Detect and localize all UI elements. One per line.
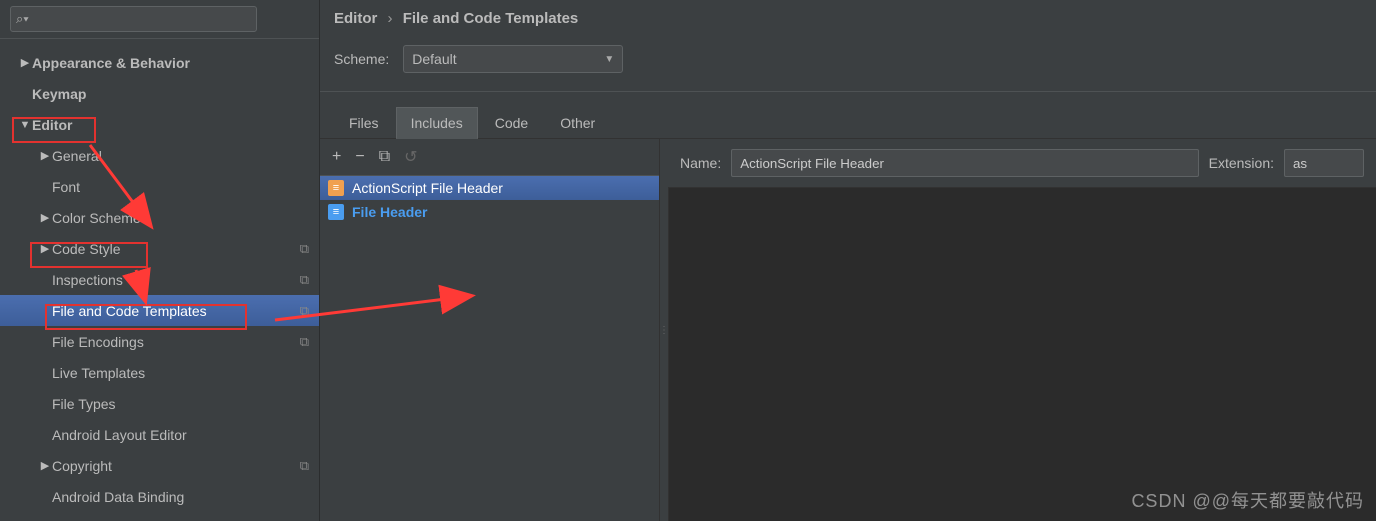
file-icon: ≡ [328, 204, 344, 220]
sidebar-item-file-types[interactable]: File Types [0, 388, 319, 419]
watermark: CSDN @@每天都要敲代码 [1131, 487, 1364, 513]
add-button[interactable]: + [332, 148, 341, 166]
sidebar-item-editor[interactable]: ▼Editor [0, 109, 319, 140]
scope-icon: ⧉ [300, 303, 309, 319]
sidebar-item-inspections[interactable]: Inspections ⧉ [0, 264, 319, 295]
sidebar-item-general[interactable]: ▶General [0, 140, 319, 171]
template-editor[interactable] [668, 188, 1376, 521]
sidebar-item-keymap[interactable]: Keymap [0, 78, 319, 109]
file-name: File Header [352, 204, 427, 220]
scheme-value: Default [412, 51, 456, 67]
extension-input[interactable] [1284, 149, 1364, 177]
sidebar-item-label: Copyright [52, 458, 112, 474]
sidebar-item-label: Android Data Binding [52, 489, 184, 505]
sidebar-item-label: Inspections [52, 272, 123, 288]
name-input[interactable] [731, 149, 1198, 177]
toolbar: + − ⧉ ↺ [320, 139, 659, 176]
sidebar-item-label: File and Code Templates [52, 303, 207, 319]
expand-icon: ▼ [18, 119, 32, 131]
expand-icon: ▶ [38, 149, 52, 162]
sidebar-item-label: File Types [52, 396, 116, 412]
resize-grip[interactable]: ⋮ [660, 139, 668, 521]
expand-icon: ▶ [18, 56, 32, 69]
template-list-panel: + − ⧉ ↺ ≡ ActionScript File Header ≡ File H… [320, 139, 660, 521]
chevron-down-icon: ▼ [604, 54, 614, 65]
sidebar-item-file-and-code-templates[interactable]: File and Code Templates ⧉ [0, 295, 319, 326]
remove-button[interactable]: − [355, 148, 364, 166]
sidebar-item-android-data-binding[interactable]: Android Data Binding [0, 481, 319, 512]
sidebar-item-appearance-behavior[interactable]: ▶Appearance & Behavior [0, 47, 319, 78]
sidebar-item-label: Live Templates [52, 365, 145, 381]
undo-button[interactable]: ↺ [404, 147, 417, 167]
tab-other[interactable]: Other [545, 107, 610, 138]
extension-label: Extension: [1209, 155, 1274, 171]
settings-sidebar: ⌕▾ ▶Appearance & BehaviorKeymap▼Editor▶G… [0, 0, 320, 521]
scope-icon: ⧉ [300, 458, 309, 474]
scope-icon: ⧉ [300, 241, 309, 257]
expand-icon: ▶ [38, 211, 52, 224]
main-panel: Editor › File and Code Templates Scheme:… [320, 0, 1376, 521]
search-icon: ⌕▾ [16, 11, 29, 27]
sidebar-item-android-layout-editor[interactable]: Android Layout Editor [0, 419, 319, 450]
sidebar-item-label: Appearance & Behavior [32, 55, 190, 71]
expand-icon: ▶ [38, 459, 52, 472]
sidebar-item-color-scheme[interactable]: ▶Color Scheme [0, 202, 319, 233]
chevron-right-icon: › [382, 10, 399, 27]
file-name: ActionScript File Header [352, 180, 503, 196]
tab-files[interactable]: Files [334, 107, 394, 138]
list-item[interactable]: ≡ File Header [320, 200, 659, 224]
scope-icon: ⧉ [300, 334, 309, 350]
settings-tree: ▶Appearance & BehaviorKeymap▼Editor▶Gene… [0, 39, 319, 521]
name-label: Name: [680, 155, 721, 171]
scheme-select[interactable]: Default ▼ [403, 45, 623, 73]
list-item[interactable]: ≡ ActionScript File Header [320, 176, 659, 200]
sidebar-item-font[interactable]: Font [0, 171, 319, 202]
sidebar-item-label: Color Scheme [52, 210, 141, 226]
expand-icon: ▶ [38, 242, 52, 255]
search-wrap: ⌕▾ [10, 6, 309, 32]
breadcrumb-page: File and Code Templates [403, 10, 579, 27]
search-input[interactable] [10, 6, 257, 32]
tab-includes[interactable]: Includes [396, 107, 478, 139]
scope-icon: ⧉ [300, 272, 309, 288]
tab-code[interactable]: Code [480, 107, 543, 138]
template-list: ≡ ActionScript File Header ≡ File Header [320, 176, 659, 521]
sidebar-item-copyright[interactable]: ▶Copyright ⧉ [0, 450, 319, 481]
detail-panel: Name: Extension: [668, 139, 1376, 521]
sidebar-item-label: Font [52, 179, 80, 195]
file-icon: ≡ [328, 180, 344, 196]
sidebar-item-label: General [52, 148, 102, 164]
breadcrumb-root[interactable]: Editor [334, 10, 377, 27]
sidebar-item-file-encodings[interactable]: File Encodings ⧉ [0, 326, 319, 357]
sidebar-item-label: Android Layout Editor [52, 427, 187, 443]
sidebar-item-code-style[interactable]: ▶Code Style ⧉ [0, 233, 319, 264]
sidebar-item-label: File Encodings [52, 334, 144, 350]
breadcrumb: Editor › File and Code Templates [320, 0, 1376, 41]
sidebar-item-label: Editor [32, 117, 72, 133]
sidebar-item-label: Code Style [52, 241, 120, 257]
copy-button[interactable]: ⧉ [379, 148, 390, 166]
sidebar-item-live-templates[interactable]: Live Templates [0, 357, 319, 388]
scheme-label: Scheme: [334, 51, 389, 67]
sidebar-item-label: Keymap [32, 86, 86, 102]
tabs: FilesIncludesCodeOther [320, 106, 1376, 139]
